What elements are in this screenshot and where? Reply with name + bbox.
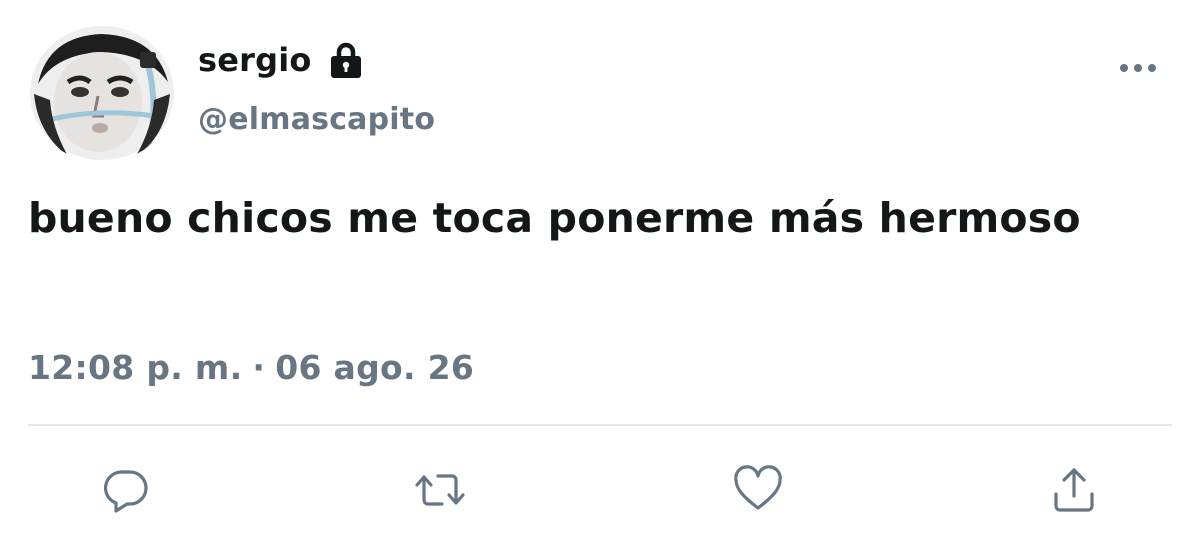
retweet-button[interactable] (412, 462, 468, 518)
like-button[interactable] (730, 462, 786, 518)
tweet-meta: 12:08 p. m. · 06 ago. 26 (28, 344, 474, 392)
tweet-date[interactable]: 06 ago. 26 (275, 344, 474, 392)
divider (28, 424, 1172, 426)
display-name[interactable]: sergio (198, 36, 312, 84)
meta-separator: · (252, 348, 266, 387)
tweet-card: sergio @elmascapito bueno chicos me toca… (0, 0, 1200, 550)
tweet-time[interactable]: 12:08 p. m. (28, 344, 242, 392)
share-icon (1054, 468, 1094, 512)
tweet-text: bueno chicos me toca ponerme más hermoso (28, 194, 1081, 242)
share-button[interactable] (1046, 462, 1102, 518)
reply-button[interactable] (98, 462, 154, 518)
action-bar (0, 462, 1200, 518)
lock-icon (328, 40, 364, 80)
heart-icon (734, 465, 782, 510)
avatar-image (28, 24, 176, 162)
avatar[interactable] (28, 24, 176, 162)
reply-icon (103, 470, 148, 513)
user-handle[interactable]: @elmascapito (198, 98, 435, 142)
more-horizontal-icon[interactable] (1116, 58, 1160, 78)
user-name-row: sergio (198, 36, 364, 84)
retweet-icon (415, 474, 465, 506)
